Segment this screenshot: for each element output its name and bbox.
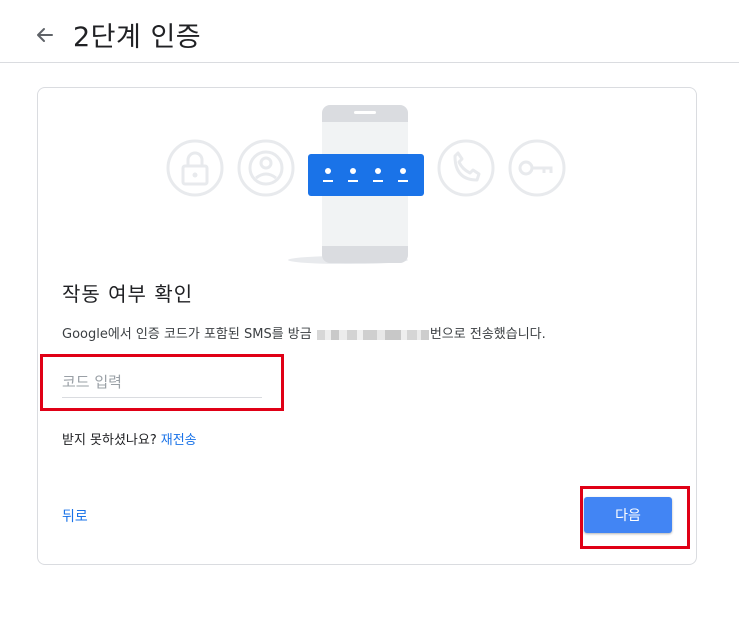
next-button[interactable]: 다음	[584, 497, 672, 533]
verification-illustration	[166, 105, 566, 264]
resend-link[interactable]: 재전송	[161, 433, 197, 448]
arrow-left-icon	[37, 28, 53, 42]
redacted-phone-number	[316, 329, 429, 340]
sms-description: Google에서 인증 코드가 포함된 SMS를 방금 번으로 전송했습니다.	[62, 323, 546, 342]
account-circle-icon	[237, 139, 295, 197]
lock-icon	[166, 139, 224, 197]
phone-icon	[437, 139, 495, 197]
section-heading: 작동 여부 확인	[62, 282, 194, 306]
key-icon	[508, 139, 566, 197]
back-arrow-button[interactable]	[28, 20, 62, 50]
resend-line: 받지 못하셨나요? 재전송	[62, 429, 197, 448]
code-input[interactable]	[62, 370, 262, 398]
description-text-after: 번으로 전송했습니다.	[429, 327, 546, 342]
description-text-before: Google에서 인증 코드가 포함된 SMS를 방금	[62, 327, 316, 342]
back-link[interactable]: 뒤로	[62, 506, 88, 526]
not-received-text: 받지 못하셨나요?	[62, 433, 157, 448]
top-bar: 2단계 인증	[0, 0, 739, 63]
page-title: 2단계 인증	[73, 22, 202, 53]
verification-card: 작동 여부 확인 Google에서 인증 코드가 포함된 SMS를 방금 번으로…	[37, 87, 697, 565]
code-card-icon	[308, 154, 424, 196]
